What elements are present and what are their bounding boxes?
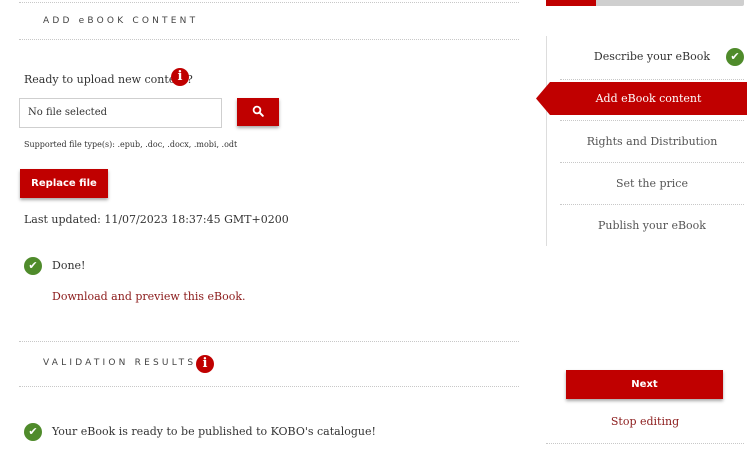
step-label: Set the price xyxy=(616,177,688,190)
step-label: Publish your eBook xyxy=(598,219,706,232)
step-divider xyxy=(560,79,744,80)
file-input[interactable]: No file selected xyxy=(19,98,222,128)
check-icon: ✔ xyxy=(24,257,42,275)
step-describe-ebook[interactable]: Describe your eBook xyxy=(560,36,744,78)
download-preview-link[interactable]: Download and preview this eBook. xyxy=(52,290,246,303)
step-rights-distribution[interactable]: Rights and Distribution xyxy=(560,121,744,163)
step-label: Describe your eBook xyxy=(593,50,711,63)
step-label: Rights and Distribution xyxy=(586,135,718,148)
steps-left-border xyxy=(546,36,547,246)
step-set-price[interactable]: Set the price xyxy=(560,163,744,205)
progress-bar xyxy=(546,0,744,6)
upload-prompt: Ready to upload new content? xyxy=(24,73,193,86)
actions-divider xyxy=(546,443,744,444)
search-icon xyxy=(252,98,264,126)
next-button[interactable]: Next xyxy=(566,370,723,399)
upload-status: Done! xyxy=(52,259,86,272)
validation-title-divider xyxy=(19,386,519,387)
replace-file-button[interactable]: Replace file xyxy=(20,169,108,198)
validation-info-icon[interactable]: i xyxy=(196,355,214,373)
top-divider xyxy=(19,2,519,3)
supported-file-types: Supported file type(s): .epub, .doc, .do… xyxy=(24,140,238,149)
step-complete-check-icon: ✔ xyxy=(726,48,744,66)
section-title-divider xyxy=(19,39,519,40)
step-label: Add eBook content xyxy=(595,92,702,105)
validation-message: Your eBook is ready to be published to K… xyxy=(52,425,376,438)
last-updated: Last updated: 11/07/2023 18:37:45 GMT+02… xyxy=(24,213,289,226)
browse-file-button[interactable] xyxy=(237,98,279,126)
info-icon[interactable]: i xyxy=(171,68,189,86)
step-add-content[interactable]: Add eBook content xyxy=(536,82,747,115)
step-publish-ebook[interactable]: Publish your eBook xyxy=(560,205,744,247)
validation-section-title: VALIDATION RESULTS xyxy=(43,358,197,368)
validation-check-icon: ✔ xyxy=(24,423,42,441)
add-content-section-title: ADD eBOOK CONTENT xyxy=(43,16,199,26)
stop-editing-link[interactable]: Stop editing xyxy=(546,415,744,428)
validation-top-divider xyxy=(19,341,519,342)
progress-bar-fill xyxy=(546,0,596,6)
